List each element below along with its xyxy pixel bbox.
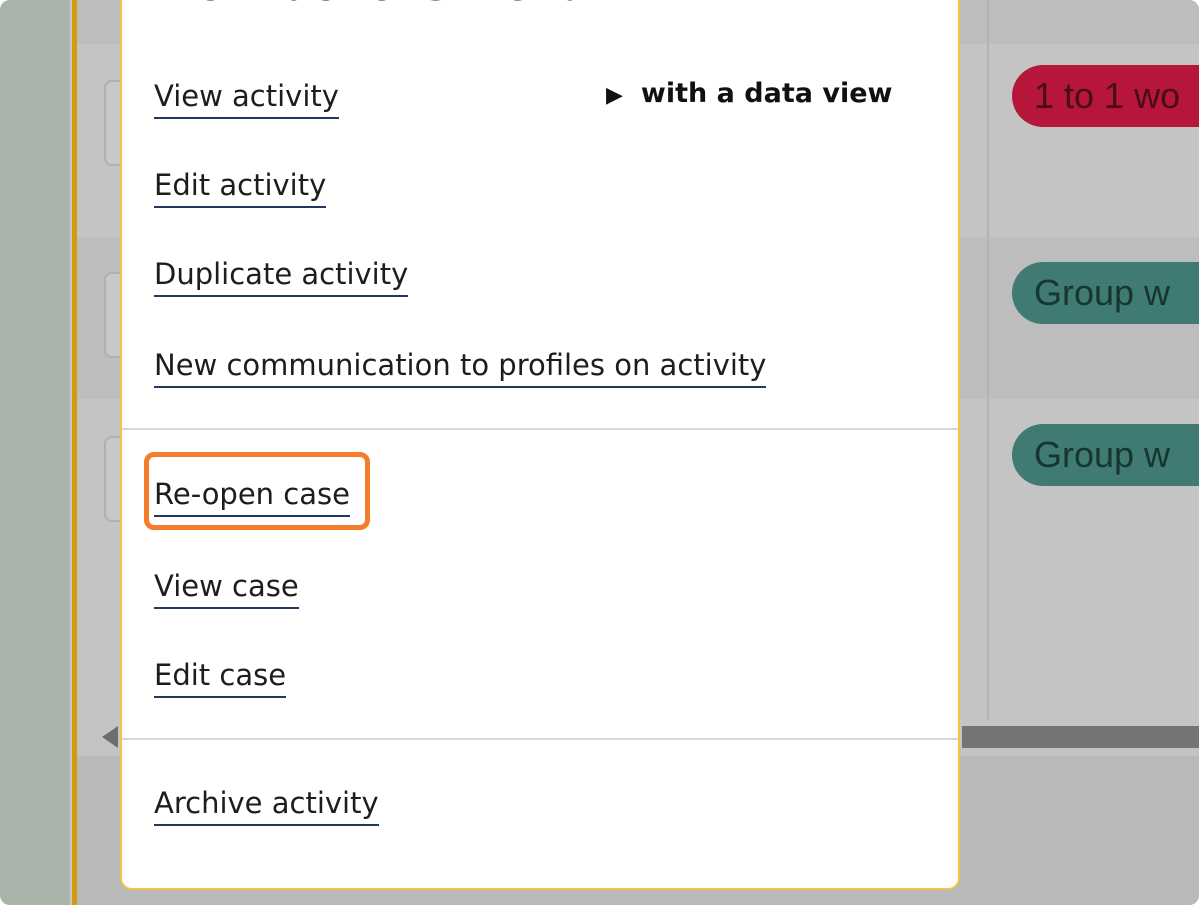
menu-item-new-communication[interactable]: New communication to profiles on activit… (154, 348, 767, 388)
menu-divider (122, 738, 958, 740)
menu-item-view-case[interactable]: View case (154, 569, 299, 609)
submenu-hint[interactable]: ▶ with a data view (606, 78, 892, 109)
activity-type-badge: Group w (1012, 262, 1199, 324)
menu-divider (122, 428, 958, 430)
scroll-left-arrow-icon[interactable] (102, 726, 118, 748)
left-side-panel (0, 0, 70, 905)
activity-type-badge: 1 to 1 wo (1012, 65, 1199, 127)
play-arrow-icon: ▶ (606, 83, 623, 108)
work-actions-menu: Work actions menu View activity ▶ with a … (120, 0, 960, 890)
menu-item-view-activity[interactable]: View activity (154, 79, 339, 119)
column-divider (987, 0, 989, 720)
horizontal-scrollbar[interactable] (962, 726, 1199, 748)
menu-item-edit-case[interactable]: Edit case (154, 658, 287, 698)
menu-item-archive-activity[interactable]: Archive activity (154, 786, 379, 826)
app-window: 1 to 1 wo Group w Group w Work actions m… (0, 0, 1199, 905)
menu-title: Work actions menu (154, 0, 587, 10)
menu-item-reopen-case[interactable]: Re-open case (154, 477, 350, 517)
menu-item-duplicate-activity[interactable]: Duplicate activity (154, 257, 409, 297)
submenu-hint-label: with a data view (640, 78, 893, 109)
activity-type-badge: Group w (1012, 424, 1199, 486)
menu-item-edit-activity[interactable]: Edit activity (154, 168, 327, 208)
